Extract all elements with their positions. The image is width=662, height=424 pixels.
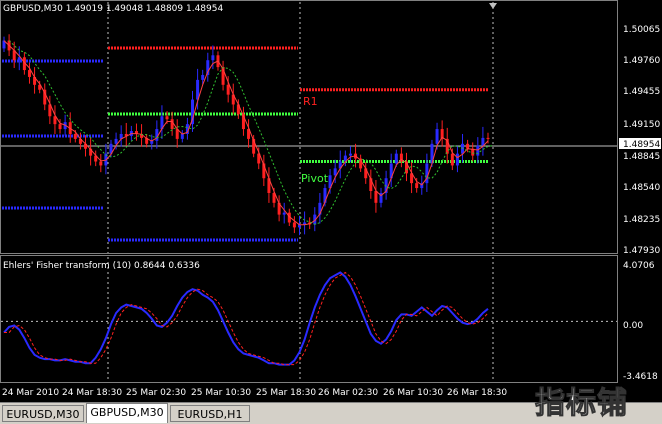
- candle-body: [348, 153, 352, 156]
- candle-body: [435, 129, 439, 144]
- price-axis-label: 1.50065: [623, 25, 660, 35]
- candle-body: [466, 143, 470, 149]
- fisher-lines: [3, 271, 489, 366]
- candle-body: [73, 133, 77, 139]
- candle-body: [165, 116, 169, 120]
- fisher-signal-line: [4, 271, 489, 366]
- time-axis-label: 26 Mar 02:30: [318, 388, 378, 398]
- price-chart[interactable]: GBPUSD,M30 1.49019 1.49048 1.48809 1.489…: [0, 0, 662, 402]
- indicator-panel-frame: [0, 255, 618, 383]
- candle-body: [180, 133, 184, 139]
- candle-body: [201, 74, 205, 80]
- candle-body: [114, 138, 118, 144]
- price-axis-label: 1.48540: [623, 183, 660, 193]
- watermark-logo: 指标铺: [535, 386, 628, 422]
- indicator-title: Ehlers' Fisher transform (10) 0.8644 0.6…: [3, 261, 200, 271]
- time-axis-label: 25 Mar 02:30: [126, 388, 186, 398]
- current-price-label: 1.48954: [623, 140, 660, 150]
- candle-body: [333, 168, 337, 176]
- slow-moving-average: [8, 40, 494, 225]
- candle-body: [170, 119, 174, 130]
- r1-label: R1: [303, 95, 318, 108]
- time-axis: 24 Mar 2010 24 Mar 18:30 25 Mar 02:30 25…: [2, 388, 507, 398]
- candle-body: [27, 70, 31, 77]
- candle-body: [415, 183, 419, 189]
- indicator-axis-label: -3.4618: [623, 372, 658, 382]
- candle-body: [461, 143, 465, 154]
- chart-title: GBPUSD,M30 1.49019 1.49048 1.48809 1.489…: [3, 4, 223, 14]
- tab-eurusd-h1[interactable]: EURUSD,H1: [170, 405, 250, 422]
- price-axis-label: 1.47930: [623, 246, 660, 256]
- time-axis-label: 24 Mar 18:30: [62, 388, 122, 398]
- pivot-levels: [2, 46, 489, 242]
- main-panel-frame: [0, 0, 618, 254]
- candle-body: [450, 153, 454, 166]
- time-axis-label: 25 Mar 10:30: [191, 388, 251, 398]
- price-axis-label: 1.48845: [623, 152, 660, 162]
- candle-body: [486, 137, 490, 139]
- indicator-axis: 4.0706 0.00 -3.4618: [623, 261, 658, 382]
- fast-moving-average: [3, 40, 489, 226]
- candle-body: [58, 124, 62, 130]
- candle-body: [292, 222, 296, 228]
- candle-body: [476, 145, 480, 156]
- candle-body: [374, 191, 378, 203]
- price-axis-label: 1.49760: [623, 56, 660, 66]
- indicator-axis-label: 4.0706: [623, 261, 655, 271]
- time-axis-label: 26 Mar 10:30: [383, 388, 443, 398]
- candle-body: [226, 84, 230, 95]
- time-axis-label: 26 Mar 18:30: [447, 388, 507, 398]
- candle-body: [394, 153, 398, 164]
- price-axis-label: 1.48235: [623, 215, 660, 225]
- chart-shift-marker[interactable]: [489, 3, 497, 9]
- tab-eurusd-m30[interactable]: EURUSD,M30: [2, 405, 84, 422]
- indicator-axis-label: 0.00: [623, 321, 643, 331]
- price-axis-label: 1.49150: [623, 120, 660, 130]
- time-axis-label: 24 Mar 2010: [2, 388, 59, 398]
- candle-body: [455, 153, 459, 166]
- candles: [2, 34, 490, 236]
- candle-body: [211, 55, 215, 61]
- chart-window[interactable]: GBPUSD,M30 1.49019 1.49048 1.48809 1.489…: [0, 0, 662, 402]
- tab-gbpusd-m30[interactable]: GBPUSD,M30: [86, 403, 168, 423]
- time-axis-label: 25 Mar 18:30: [256, 388, 316, 398]
- candle-body: [282, 212, 286, 215]
- candle-body: [99, 161, 103, 166]
- pivot-label: Pivot: [301, 172, 329, 185]
- price-axis-label: 1.49455: [623, 87, 660, 97]
